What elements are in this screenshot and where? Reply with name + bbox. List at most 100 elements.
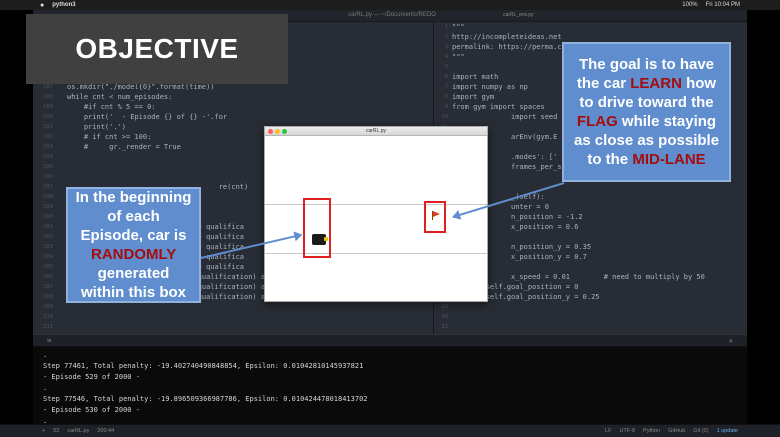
- line-number: 194: [43, 154, 53, 160]
- keyboard-icon[interactable]: ⌨: [47, 337, 51, 345]
- code-line: n_position = -1.2: [452, 213, 583, 221]
- code-line: """: [452, 23, 465, 31]
- code-line: n_position_y = 0.35: [452, 243, 592, 251]
- code-line: # gr._render = True: [67, 143, 181, 151]
- line-number: 10: [441, 114, 448, 120]
- status-bar: + 52 carRL.py 200:44 LF UTF-8 Python Git…: [0, 424, 780, 437]
- terminal-count[interactable]: 52: [53, 428, 59, 434]
- code-line: x_position_y = 0.7: [452, 253, 587, 261]
- line-number: 193: [43, 144, 53, 150]
- line-number: 191: [43, 124, 53, 130]
- objective-title: OBJECTIVE: [26, 14, 288, 84]
- goal-callout: The goal is to have the car LEARN how to…: [562, 42, 731, 182]
- upper-lane-line: [265, 204, 487, 205]
- terminal-panel[interactable]: ⌨ ✕ . Step 77461, Total penalty: -19.4027…: [33, 334, 747, 434]
- line-number: 190: [43, 114, 53, 120]
- update-badge[interactable]: 1 update: [717, 428, 738, 434]
- window-title: carRL.py — ~/Documents/REDO: [348, 12, 436, 18]
- highlight-text: MID-LANE: [632, 151, 706, 168]
- flag-icon: [433, 211, 440, 217]
- line-number: 207: [43, 284, 53, 290]
- terminal-line: Step 77461, Total penalty: -19.402740490…: [43, 362, 364, 370]
- line-number: 210: [43, 314, 53, 320]
- highlight-text: RANDOMLY: [90, 246, 176, 263]
- menu-status-area: 100% Fri 10:04 PM: [682, 2, 740, 8]
- grammar[interactable]: Python: [643, 428, 660, 434]
- tab-carrl-env[interactable]: carRL_env.py: [503, 12, 533, 18]
- callout-text: generated within this box: [81, 265, 186, 301]
- terminal-line: Step 77546, Total penalty: -19.896509366…: [43, 395, 368, 403]
- line-ending[interactable]: LF: [605, 428, 611, 434]
- clock[interactable]: Fri 10:04 PM: [706, 2, 740, 8]
- code-line: self.goal_position_y = 0.25: [452, 293, 600, 301]
- git-button[interactable]: Git (0): [693, 428, 708, 434]
- code-line: x_position = 0.6: [452, 223, 579, 231]
- battery-level[interactable]: 100%: [682, 2, 697, 8]
- line-number: 204: [43, 254, 53, 260]
- car-window-titlebar[interactable]: carRL.py: [265, 127, 487, 136]
- line-number: 9: [444, 104, 448, 110]
- file-name[interactable]: carRL.py: [67, 428, 89, 434]
- code-line: _(self):: [452, 193, 545, 201]
- line-number: 195: [43, 164, 53, 170]
- line-number: 2: [444, 34, 448, 40]
- line-number: 8: [444, 94, 448, 100]
- highlight-text: FLAG: [576, 113, 618, 130]
- line-number: 205: [43, 264, 53, 270]
- code-line: self.goal_position = 0: [452, 283, 579, 291]
- line-number: 196: [43, 174, 53, 180]
- close-icon[interactable]: ✕: [729, 337, 733, 345]
- terminal-line: - Episode 529 of 2000 -: [43, 373, 140, 381]
- code-line: #if cnt % 5 == 0:: [67, 103, 156, 111]
- line-number: 198: [43, 194, 53, 200]
- goal-area-box: [424, 201, 446, 233]
- highlight-text: LEARN: [630, 75, 682, 92]
- line-number: 209: [43, 304, 53, 310]
- line-number: 208: [43, 294, 53, 300]
- cursor-position[interactable]: 200:44: [97, 428, 114, 434]
- lower-lane-line: [265, 253, 487, 254]
- line-number: 203: [43, 244, 53, 250]
- terminal-toolbar: ⌨ ✕: [33, 335, 747, 347]
- random-spawn-callout: In the beginning of each Episode, car is…: [66, 187, 201, 303]
- terminal-line: .: [43, 351, 48, 359]
- terminal-line: - Episode 530 of 2000 -: [43, 406, 140, 414]
- line-number: 6: [444, 74, 448, 80]
- line-number: 192: [43, 134, 53, 140]
- terminal-output: . Step 77461, Total penalty: -19.40274049…: [33, 347, 747, 430]
- app-name[interactable]: python3: [52, 2, 75, 8]
- code-line: # if cnt >= 100:: [67, 133, 152, 141]
- github-button[interactable]: GitHub: [668, 428, 685, 434]
- line-number: 206: [43, 274, 53, 280]
- apple-icon[interactable]: ●: [40, 2, 44, 9]
- car-window-title: carRL.py: [365, 128, 386, 134]
- line-number: 201: [43, 224, 53, 230]
- encoding[interactable]: UTF-8: [619, 428, 635, 434]
- line-number: 188: [43, 94, 53, 100]
- code-line: while cnt < num_episodes:: [67, 93, 173, 101]
- line-number: 30: [441, 314, 448, 320]
- spawn-area-box: [303, 198, 331, 258]
- line-number: 29: [441, 304, 448, 310]
- line-number: 1: [444, 24, 448, 30]
- line-number: 189: [43, 104, 53, 110]
- code-line: http://incompleteideas.net: [452, 33, 562, 41]
- car-sprite: [312, 234, 328, 245]
- line-number: 7: [444, 84, 448, 90]
- add-terminal-button[interactable]: +: [42, 428, 45, 434]
- code-line: print(' - Episode {} of {} -'.for: [67, 113, 228, 121]
- line-number: 31: [441, 324, 448, 330]
- line-number: 3: [444, 44, 448, 50]
- line-number: 202: [43, 234, 53, 240]
